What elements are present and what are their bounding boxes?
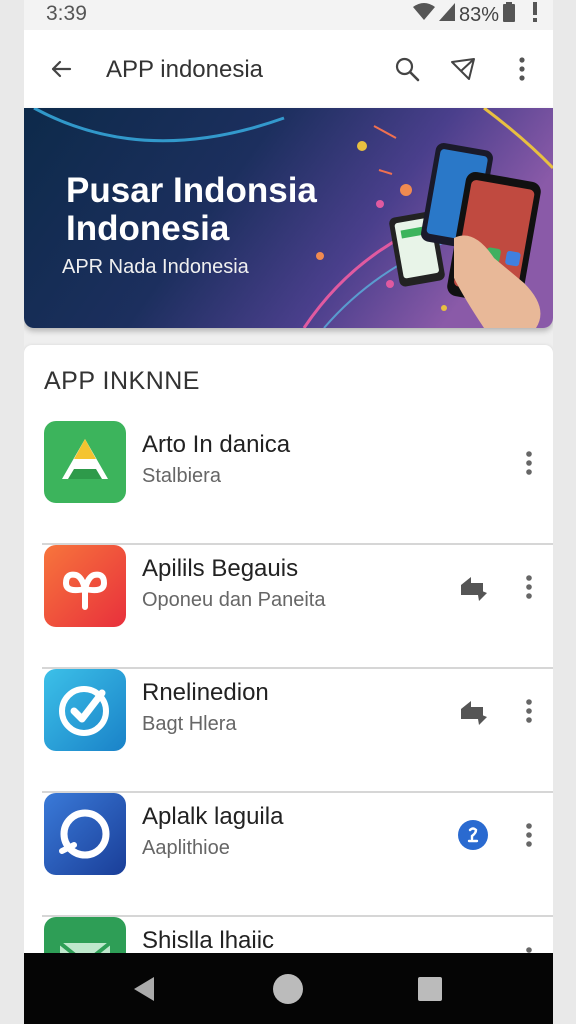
system-nav-bar [24,953,553,1024]
signal-icon [438,3,455,27]
overflow-menu-button[interactable] [505,52,539,86]
app-bar: APP indonesia [24,30,553,108]
nav-home-button[interactable] [272,973,304,1005]
search-icon [395,57,420,82]
nav-back-button[interactable] [128,973,160,1005]
app-name: Rnelinedion [142,679,269,706]
battery-percent: 83% [458,3,499,26]
more-options-button[interactable] [519,449,539,477]
more-vert-icon [519,57,525,81]
home-circle-icon [273,974,303,1004]
status-bar: 3:39 83% [24,0,553,30]
back-triangle-icon [134,977,154,1001]
app-subtitle: Bagt Hlera [142,713,237,735]
update-button[interactable] [457,695,489,727]
info-badge-button[interactable] [457,819,489,851]
app-subtitle: Stalbiera [142,465,221,487]
triangle-drive-icon [44,421,126,503]
update-button[interactable] [457,571,489,603]
status-time: 3:39 [46,2,87,25]
app-name: Apilils Begauis [142,555,299,582]
info-circle-icon [458,820,488,850]
more-options-button[interactable] [519,697,539,725]
back-button[interactable] [44,52,78,86]
list-item[interactable]: Rnelinedion Bagt Hlera [24,669,553,793]
list-item[interactable]: Apilils Begauis Oponeu dan Paneita [24,545,553,669]
recents-square-icon [418,977,442,1001]
red-plus-loop-icon [44,545,126,627]
app-subtitle: Oponeu dan Paneita [142,589,326,611]
send-icon [451,58,475,80]
send-button[interactable] [446,52,480,86]
phone-screen: 3:39 83% APP indonesia Pusar Indonsia In… [24,0,553,1024]
banner-subtitle: APR Nada Indonesia [62,256,249,278]
notification-dot-icon [533,2,537,28]
app-list-card: APP INKNNE Arto In danica Stalbiera Apil… [24,345,553,965]
back-arrow-icon [51,60,72,78]
blue-ring-icon [44,793,126,875]
promo-banner[interactable]: Pusar Indonsia Indonesia APR Nada Indone… [24,108,553,328]
more-options-button[interactable] [519,573,539,601]
more-vert-icon [526,575,532,599]
check-circle-icon [44,669,126,751]
more-vert-icon [526,699,532,723]
app-name: Shislla lhaiic [142,927,275,954]
section-title: APP INKNNE [44,367,200,395]
list-item[interactable]: Aplalk laguila Aaplithioe [24,793,553,917]
wifi-icon [412,3,435,27]
banner-title: Pusar Indonsia Indonesia [66,171,317,248]
cloud-arrow-icon [461,701,487,725]
status-icons: 83% [412,2,537,28]
page-title: APP indonesia [106,56,264,83]
app-name: Aplalk laguila [142,803,284,830]
cloud-arrow-icon [461,577,487,601]
more-vert-icon [526,451,532,475]
list-item[interactable]: Arto In danica Stalbiera [24,421,553,545]
app-subtitle: Aaplithioe [142,837,230,859]
nav-recents-button[interactable] [414,973,446,1005]
search-button[interactable] [390,52,424,86]
app-name: Arto In danica [142,431,291,458]
battery-icon [503,2,515,28]
more-options-button[interactable] [519,821,539,849]
more-vert-icon [526,823,532,847]
